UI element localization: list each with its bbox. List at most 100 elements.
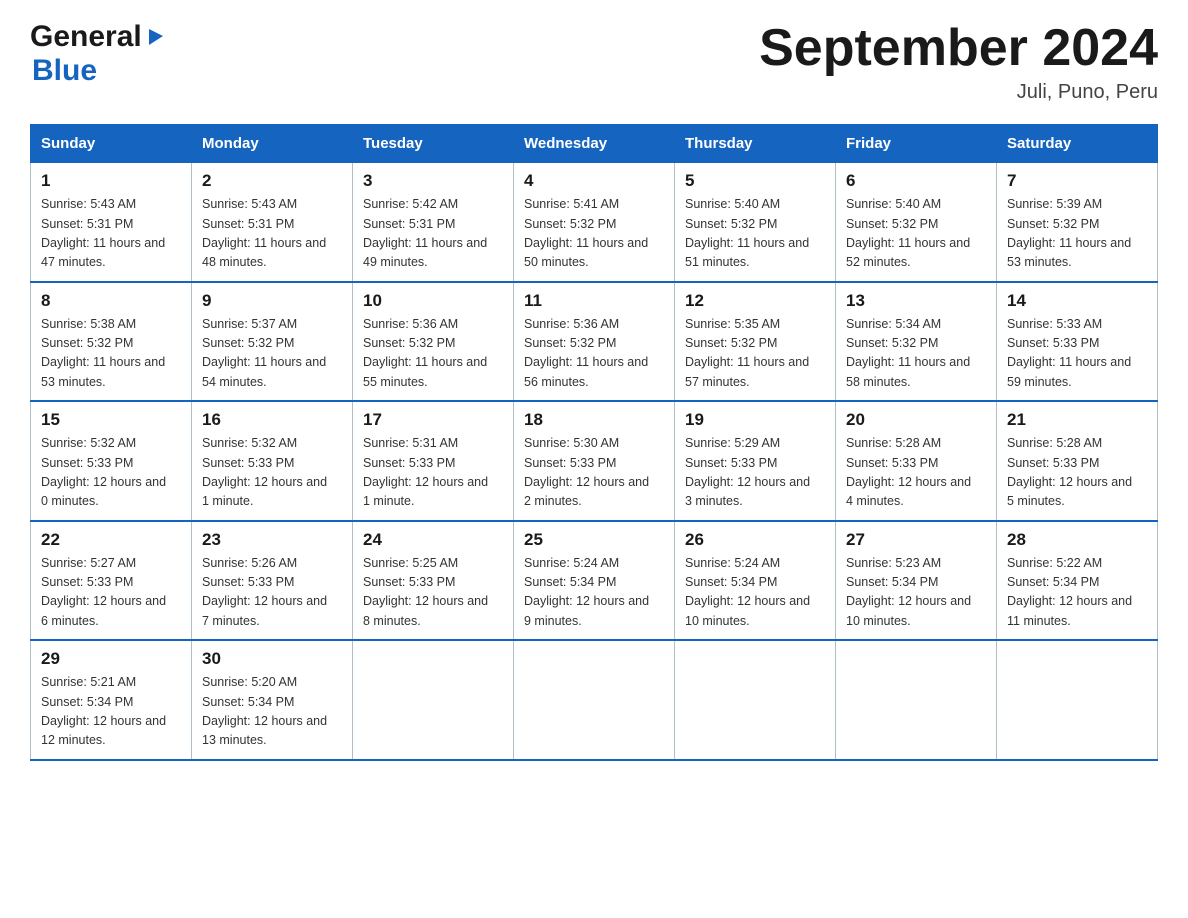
day-info: Sunrise: 5:23 AMSunset: 5:34 PMDaylight:… bbox=[846, 554, 986, 632]
day-number: 17 bbox=[363, 410, 503, 430]
day-info: Sunrise: 5:36 AMSunset: 5:32 PMDaylight:… bbox=[363, 315, 503, 393]
calendar-day-cell: 26Sunrise: 5:24 AMSunset: 5:34 PMDayligh… bbox=[675, 521, 836, 641]
day-number: 4 bbox=[524, 171, 664, 191]
day-number: 29 bbox=[41, 649, 181, 669]
day-info: Sunrise: 5:32 AMSunset: 5:33 PMDaylight:… bbox=[202, 434, 342, 512]
calendar-day-cell: 30 Sunrise: 5:20 AMSunset: 5:34 PMDayligh… bbox=[192, 640, 353, 760]
calendar-day-cell: 10 Sunrise: 5:36 AMSunset: 5:32 PMDayligh… bbox=[353, 282, 514, 402]
day-number: 27 bbox=[846, 530, 986, 550]
day-info: Sunrise: 5:43 AMSunset: 5:31 PMDaylight:… bbox=[202, 195, 342, 273]
day-info: Sunrise: 5:26 AMSunset: 5:33 PMDaylight:… bbox=[202, 554, 342, 632]
weekday-header-cell: Wednesday bbox=[514, 125, 675, 163]
day-number: 28 bbox=[1007, 530, 1147, 550]
calendar-week-row: 8 Sunrise: 5:38 AMSunset: 5:32 PMDaylight… bbox=[31, 282, 1158, 402]
logo-general-text: General bbox=[30, 20, 142, 54]
calendar-day-cell: 3 Sunrise: 5:42 AMSunset: 5:31 PMDaylight… bbox=[353, 163, 514, 282]
day-info: Sunrise: 5:20 AMSunset: 5:34 PMDaylight:… bbox=[202, 673, 342, 751]
calendar-day-cell: 13 Sunrise: 5:34 AMSunset: 5:32 PMDayligh… bbox=[836, 282, 997, 402]
day-number: 22 bbox=[41, 530, 181, 550]
day-info: Sunrise: 5:27 AMSunset: 5:33 PMDaylight:… bbox=[41, 554, 181, 632]
calendar-day-cell: 22 Sunrise: 5:27 AMSunset: 5:33 PMDayligh… bbox=[31, 521, 192, 641]
calendar-day-cell: 28 Sunrise: 5:22 AMSunset: 5:34 PMDayligh… bbox=[997, 521, 1158, 641]
day-number: 30 bbox=[202, 649, 342, 669]
calendar-day-cell bbox=[836, 640, 997, 760]
calendar-week-row: 15Sunrise: 5:32 AMSunset: 5:33 PMDayligh… bbox=[31, 401, 1158, 521]
day-info: Sunrise: 5:38 AMSunset: 5:32 PMDaylight:… bbox=[41, 315, 181, 393]
day-number: 23 bbox=[202, 530, 342, 550]
calendar-day-cell: 6Sunrise: 5:40 AMSunset: 5:32 PMDaylight… bbox=[836, 163, 997, 282]
day-info: Sunrise: 5:22 AMSunset: 5:34 PMDaylight:… bbox=[1007, 554, 1147, 632]
day-info: Sunrise: 5:36 AMSunset: 5:32 PMDaylight:… bbox=[524, 315, 664, 393]
calendar-day-cell: 23 Sunrise: 5:26 AMSunset: 5:33 PMDayligh… bbox=[192, 521, 353, 641]
day-number: 20 bbox=[846, 410, 986, 430]
day-number: 3 bbox=[363, 171, 503, 191]
calendar-day-cell bbox=[353, 640, 514, 760]
calendar-week-row: 22 Sunrise: 5:27 AMSunset: 5:33 PMDayligh… bbox=[31, 521, 1158, 641]
calendar-body: 1 Sunrise: 5:43 AMSunset: 5:31 PMDaylight… bbox=[31, 163, 1158, 760]
calendar-day-cell: 19 Sunrise: 5:29 AMSunset: 5:33 PMDayligh… bbox=[675, 401, 836, 521]
calendar-day-cell: 12Sunrise: 5:35 AMSunset: 5:32 PMDayligh… bbox=[675, 282, 836, 402]
calendar-day-cell: 21Sunrise: 5:28 AMSunset: 5:33 PMDayligh… bbox=[997, 401, 1158, 521]
calendar-table: SundayMondayTuesdayWednesdayThursdayFrid… bbox=[30, 124, 1158, 761]
calendar-day-cell: 14 Sunrise: 5:33 AMSunset: 5:33 PMDayligh… bbox=[997, 282, 1158, 402]
day-number: 8 bbox=[41, 291, 181, 311]
day-number: 10 bbox=[363, 291, 503, 311]
weekday-header-row: SundayMondayTuesdayWednesdayThursdayFrid… bbox=[31, 125, 1158, 163]
calendar-day-cell: 9Sunrise: 5:37 AMSunset: 5:32 PMDaylight… bbox=[192, 282, 353, 402]
logo-triangle-icon bbox=[145, 25, 167, 52]
calendar-week-row: 1 Sunrise: 5:43 AMSunset: 5:31 PMDaylight… bbox=[31, 163, 1158, 282]
logo: General Blue bbox=[30, 20, 167, 88]
calendar-day-cell bbox=[514, 640, 675, 760]
day-info: Sunrise: 5:32 AMSunset: 5:33 PMDaylight:… bbox=[41, 434, 181, 512]
calendar-day-cell: 7Sunrise: 5:39 AMSunset: 5:32 PMDaylight… bbox=[997, 163, 1158, 282]
calendar-day-cell: 15Sunrise: 5:32 AMSunset: 5:33 PMDayligh… bbox=[31, 401, 192, 521]
day-info: Sunrise: 5:43 AMSunset: 5:31 PMDaylight:… bbox=[41, 195, 181, 273]
day-info: Sunrise: 5:34 AMSunset: 5:32 PMDaylight:… bbox=[846, 315, 986, 393]
calendar-day-cell: 20 Sunrise: 5:28 AMSunset: 5:33 PMDayligh… bbox=[836, 401, 997, 521]
calendar-day-cell: 29 Sunrise: 5:21 AMSunset: 5:34 PMDayligh… bbox=[31, 640, 192, 760]
weekday-header-cell: Friday bbox=[836, 125, 997, 163]
calendar-day-cell: 17 Sunrise: 5:31 AMSunset: 5:33 PMDayligh… bbox=[353, 401, 514, 521]
day-number: 11 bbox=[524, 291, 664, 311]
day-info: Sunrise: 5:35 AMSunset: 5:32 PMDaylight:… bbox=[685, 315, 825, 393]
day-info: Sunrise: 5:31 AMSunset: 5:33 PMDaylight:… bbox=[363, 434, 503, 512]
day-number: 24 bbox=[363, 530, 503, 550]
day-info: Sunrise: 5:30 AMSunset: 5:33 PMDaylight:… bbox=[524, 434, 664, 512]
weekday-header-cell: Saturday bbox=[997, 125, 1158, 163]
calendar-day-cell: 25Sunrise: 5:24 AMSunset: 5:34 PMDayligh… bbox=[514, 521, 675, 641]
day-number: 21 bbox=[1007, 410, 1147, 430]
day-info: Sunrise: 5:40 AMSunset: 5:32 PMDaylight:… bbox=[846, 195, 986, 273]
calendar-day-cell: 4Sunrise: 5:41 AMSunset: 5:32 PMDaylight… bbox=[514, 163, 675, 282]
day-number: 13 bbox=[846, 291, 986, 311]
calendar-day-cell: 5Sunrise: 5:40 AMSunset: 5:32 PMDaylight… bbox=[675, 163, 836, 282]
day-info: Sunrise: 5:21 AMSunset: 5:34 PMDaylight:… bbox=[41, 673, 181, 751]
calendar-day-cell: 2Sunrise: 5:43 AMSunset: 5:31 PMDaylight… bbox=[192, 163, 353, 282]
calendar-day-cell: 1 Sunrise: 5:43 AMSunset: 5:31 PMDaylight… bbox=[31, 163, 192, 282]
day-info: Sunrise: 5:28 AMSunset: 5:33 PMDaylight:… bbox=[846, 434, 986, 512]
weekday-header-cell: Thursday bbox=[675, 125, 836, 163]
calendar-day-cell: 16Sunrise: 5:32 AMSunset: 5:33 PMDayligh… bbox=[192, 401, 353, 521]
day-number: 18 bbox=[524, 410, 664, 430]
day-number: 26 bbox=[685, 530, 825, 550]
calendar-day-cell bbox=[675, 640, 836, 760]
weekday-header-cell: Tuesday bbox=[353, 125, 514, 163]
page-header: General Blue September 2024 Juli, Puno, … bbox=[30, 20, 1158, 104]
calendar-day-cell: 8 Sunrise: 5:38 AMSunset: 5:32 PMDaylight… bbox=[31, 282, 192, 402]
day-number: 1 bbox=[41, 171, 181, 191]
calendar-week-row: 29 Sunrise: 5:21 AMSunset: 5:34 PMDayligh… bbox=[31, 640, 1158, 760]
day-info: Sunrise: 5:25 AMSunset: 5:33 PMDaylight:… bbox=[363, 554, 503, 632]
day-info: Sunrise: 5:29 AMSunset: 5:33 PMDaylight:… bbox=[685, 434, 825, 512]
calendar-day-cell: 27 Sunrise: 5:23 AMSunset: 5:34 PMDayligh… bbox=[836, 521, 997, 641]
calendar-day-cell: 18 Sunrise: 5:30 AMSunset: 5:33 PMDayligh… bbox=[514, 401, 675, 521]
day-info: Sunrise: 5:37 AMSunset: 5:32 PMDaylight:… bbox=[202, 315, 342, 393]
day-number: 14 bbox=[1007, 291, 1147, 311]
day-number: 7 bbox=[1007, 171, 1147, 191]
day-info: Sunrise: 5:24 AMSunset: 5:34 PMDaylight:… bbox=[524, 554, 664, 632]
day-number: 5 bbox=[685, 171, 825, 191]
logo-blue-text: Blue bbox=[32, 54, 97, 87]
calendar-title: September 2024 bbox=[759, 20, 1158, 77]
day-info: Sunrise: 5:33 AMSunset: 5:33 PMDaylight:… bbox=[1007, 315, 1147, 393]
calendar-day-cell: 24 Sunrise: 5:25 AMSunset: 5:33 PMDayligh… bbox=[353, 521, 514, 641]
day-number: 19 bbox=[685, 410, 825, 430]
day-info: Sunrise: 5:42 AMSunset: 5:31 PMDaylight:… bbox=[363, 195, 503, 273]
